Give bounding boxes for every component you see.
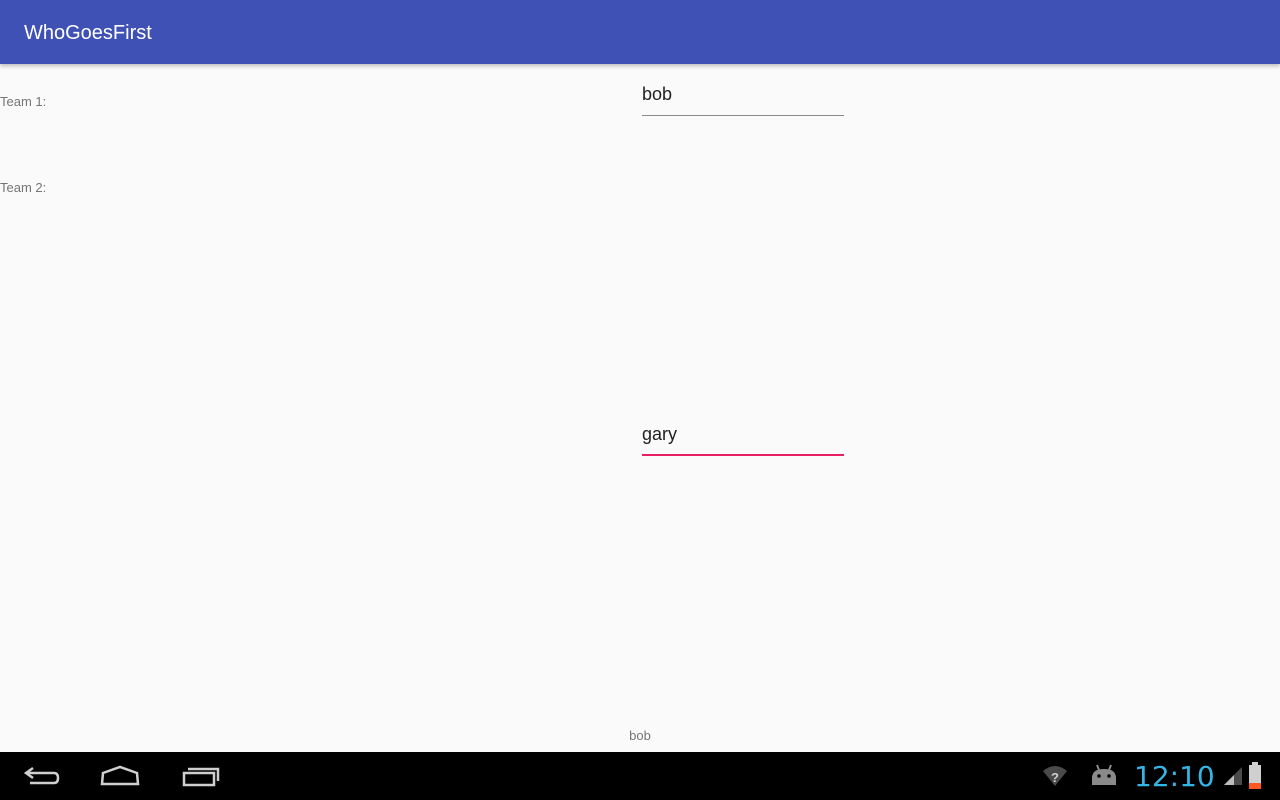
recents-button[interactable] [177,760,225,794]
back-icon [23,766,60,785]
main-content: Team 1: Team 2: bob [0,64,1280,752]
back-button[interactable] [16,760,64,794]
app-title: WhoGoesFirst [24,22,152,44]
android-debug-icon [1092,764,1116,785]
app-bar: WhoGoesFirst [0,0,1280,64]
battery-icon [1249,762,1261,789]
system-nav-bar: ? 12:10 [0,752,1280,800]
recents-icon [182,767,220,787]
team1-input[interactable] [642,80,844,116]
clock: 12:10 [1134,760,1215,793]
home-icon [100,765,140,786]
team1-label: Team 1: [0,94,47,109]
svg-text:?: ? [1051,770,1059,785]
cell-signal-icon [1224,767,1242,785]
team2-label: Team 2: [0,180,47,195]
home-button[interactable] [96,760,144,794]
wifi-unknown-icon: ? [1043,766,1067,786]
team2-input[interactable] [642,420,844,456]
result-text: bob [629,728,651,743]
